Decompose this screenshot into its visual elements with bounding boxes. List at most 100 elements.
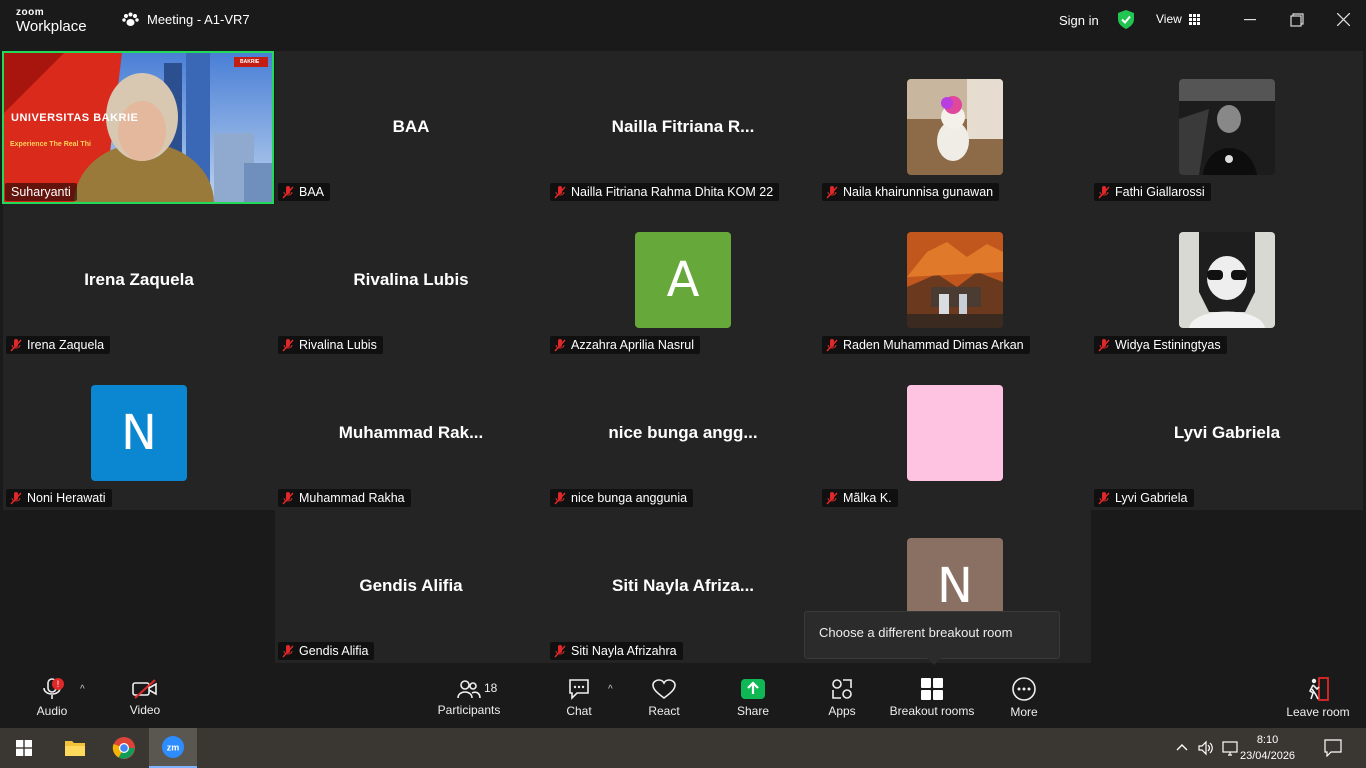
participant-tile[interactable]: Mãlka K. — [819, 357, 1091, 510]
audio-button[interactable]: Audio — [30, 668, 74, 728]
share-button[interactable]: Share — [733, 668, 773, 728]
more-button[interactable]: More — [1004, 668, 1044, 728]
minimize-icon[interactable] — [1244, 19, 1256, 21]
system-clock[interactable]: 8:10 23/04/2026 — [1240, 732, 1295, 764]
mic-muted-icon — [826, 185, 838, 199]
breakout-tooltip[interactable]: Choose a different breakout room — [804, 611, 1060, 665]
mic-muted-icon — [1098, 491, 1110, 505]
participant-label: Azzahra Aprilia Nasrul — [550, 336, 700, 354]
react-button[interactable]: React — [644, 668, 684, 728]
avatar: A — [635, 232, 731, 328]
meeting-title: Meeting - A1-VR7 — [147, 12, 250, 27]
start-button[interactable] — [0, 728, 48, 768]
participant-tile[interactable]: Irena Zaquela Irena Zaquela — [3, 204, 275, 357]
sign-in-link[interactable]: Sign in — [1059, 13, 1099, 28]
participant-tile[interactable]: A Azzahra Aprilia Nasrul — [547, 204, 819, 357]
share-screen-icon — [741, 679, 765, 699]
view-button[interactable]: View — [1156, 12, 1200, 26]
participant-name: Naila khairunnisa gunawan — [843, 185, 994, 199]
slide-title: UNIVERSITAS BAKRIE — [11, 112, 139, 124]
breakout-rooms-icon — [921, 678, 943, 700]
participants-count: 18 — [484, 681, 498, 695]
participant-label: Noni Herawati — [6, 489, 112, 507]
close-icon[interactable] — [1337, 13, 1350, 26]
participant-label: nice bunga anggunia — [550, 489, 694, 507]
mic-muted-icon — [1098, 185, 1110, 199]
participant-name: Noni Herawati — [27, 491, 106, 505]
participant-name: Widya Estiningtyas — [1115, 338, 1221, 352]
chat-options-chevron-icon[interactable]: ^ — [608, 684, 613, 695]
apps-label: Apps — [828, 704, 856, 718]
participant-display-name: Siti Nayla Afriza... — [611, 576, 755, 595]
volume-icon[interactable] — [1198, 740, 1214, 756]
participant-tile[interactable]: N Noni Herawati — [3, 357, 275, 510]
apps-icon — [832, 679, 852, 699]
folder-icon — [65, 741, 85, 756]
participant-tile[interactable]: Lyvi Gabriela Lyvi Gabriela — [1091, 357, 1363, 510]
slide-logo: BAKRIE — [240, 59, 260, 65]
share-label: Share — [736, 704, 770, 718]
paw-icon — [122, 12, 139, 26]
participant-name: Lyvi Gabriela — [1115, 491, 1188, 505]
participant-label: Irena Zaquela — [6, 336, 111, 354]
participants-icon — [457, 680, 481, 699]
speaker-video-tile[interactable]: UNIVERSITAS BAKRIE Experience The Real T… — [2, 51, 274, 204]
participants-label: Participants — [437, 703, 501, 717]
chrome-button[interactable] — [100, 728, 148, 768]
meeting-info[interactable]: Meeting - A1-VR7 — [122, 12, 250, 27]
windows-taskbar: zm 8:10 23/04/2026 — [0, 728, 1366, 768]
participant-tile[interactable]: nice bunga angg... nice bunga anggunia — [547, 357, 819, 510]
mic-muted-icon — [282, 338, 294, 352]
participant-name: Azzahra Aprilia Nasrul — [571, 338, 694, 352]
participant-label: BAA — [278, 183, 331, 201]
network-icon[interactable] — [1222, 740, 1240, 756]
meeting-toolbar: Audio ! ^ Video Participants 18 Chat ^ R… — [0, 668, 1366, 728]
participant-name: Irena Zaquela — [27, 338, 105, 352]
leave-room-button[interactable]: Leave room — [1284, 668, 1352, 728]
participant-label: Suharyanti — [5, 183, 77, 201]
participant-display-name: BAA — [392, 117, 430, 136]
participant-tile[interactable]: Fathi Giallarossi — [1091, 51, 1363, 204]
mic-muted-icon — [282, 491, 294, 505]
participant-label: Gendis Alifia — [278, 642, 375, 660]
participant-label: Fathi Giallarossi — [1094, 183, 1211, 201]
participant-name: Siti Nayla Afrizahra — [571, 644, 677, 658]
participant-tile[interactable]: Widya Estiningtyas — [1091, 204, 1363, 357]
zoom-logo: zoom Workplace — [16, 8, 87, 35]
mic-muted-icon — [282, 644, 294, 658]
video-button[interactable]: Video — [124, 668, 166, 728]
participant-tile[interactable]: Gendis Alifia Gendis Alifia — [275, 510, 547, 663]
participant-label: Widya Estiningtyas — [1094, 336, 1227, 354]
participant-display-name: Muhammad Rak... — [338, 423, 484, 442]
mic-muted-icon — [554, 338, 566, 352]
apps-button[interactable]: Apps — [822, 668, 862, 728]
windows-icon — [16, 740, 32, 756]
mic-muted-icon — [826, 491, 838, 505]
shield-check-icon[interactable] — [1117, 10, 1135, 29]
chat-icon — [569, 679, 589, 700]
participants-button[interactable]: Participants — [434, 668, 504, 728]
breakout-rooms-label: Breakout rooms — [889, 704, 975, 718]
avatar — [907, 232, 1003, 328]
participant-tile[interactable]: Naila khairunnisa gunawan — [819, 51, 1091, 204]
avatar: N — [91, 385, 187, 481]
participant-tile[interactable]: Raden Muhammad Dimas Arkan — [819, 204, 1091, 357]
zoom-taskbar-button[interactable]: zm — [149, 728, 197, 768]
breakout-rooms-button[interactable]: Breakout rooms — [884, 668, 980, 728]
notifications-icon[interactable] — [1324, 739, 1342, 757]
audio-options-chevron-icon[interactable]: ^ — [80, 684, 85, 695]
participant-display-name: Irena Zaquela — [84, 270, 194, 289]
participant-tile[interactable]: Muhammad Rak... Muhammad Rakha — [275, 357, 547, 510]
participant-display-name: Nailla Fitriana R... — [611, 117, 755, 136]
mic-muted-icon — [826, 338, 838, 352]
speaker-video-feed — [4, 53, 272, 202]
participant-label: Nailla Fitriana Rahma Dhita KOM 22 — [550, 183, 780, 201]
participant-tile[interactable]: Siti Nayla Afriza... Siti Nayla Afrizahr… — [547, 510, 819, 663]
chat-button[interactable]: Chat — [561, 668, 597, 728]
participant-tile[interactable]: Nailla Fitriana R... Nailla Fitriana Rah… — [547, 51, 819, 204]
file-explorer-button[interactable] — [51, 728, 99, 768]
chevron-up-icon[interactable] — [1176, 743, 1188, 751]
participant-tile[interactable]: BAA BAA — [275, 51, 547, 204]
restore-icon[interactable] — [1290, 13, 1304, 27]
participant-tile[interactable]: Rivalina Lubis Rivalina Lubis — [275, 204, 547, 357]
